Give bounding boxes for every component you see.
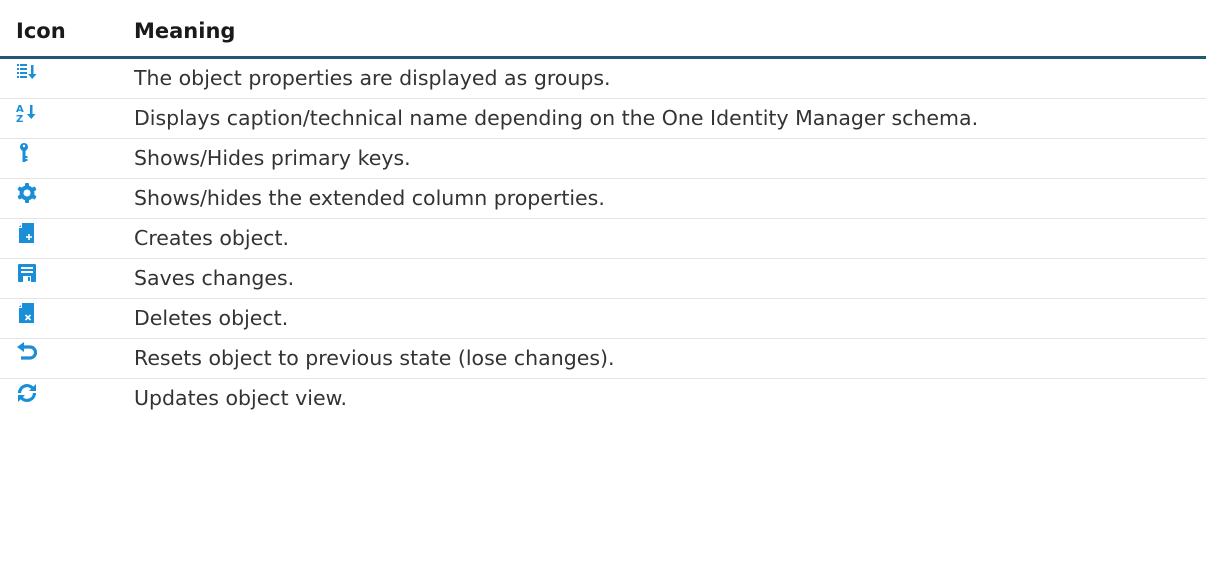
- row-meaning: Updates object view.: [134, 386, 347, 410]
- svg-text:Z: Z: [16, 114, 23, 124]
- row-meaning: Shows/Hides primary keys.: [130, 138, 1206, 179]
- table-row: Shows/hides the extended column properti…: [0, 178, 1206, 219]
- row-meaning: Resets object to previous state (lose ch…: [130, 338, 1206, 379]
- table-row: Resets object to previous state (lose ch…: [0, 338, 1206, 379]
- table-row: Shows/Hides primary keys.: [0, 138, 1206, 179]
- delete-document-icon: [16, 302, 38, 324]
- row-meaning: The object properties are displayed as g…: [130, 57, 1206, 99]
- row-meaning: Creates object.: [130, 218, 1206, 259]
- table-row: Creates object.: [0, 218, 1206, 259]
- group-list-icon: [16, 62, 38, 84]
- table-row: Saves changes.: [0, 258, 1206, 299]
- table-header-row: Icon Meaning: [0, 0, 1206, 59]
- row-meaning: Shows/hides the extended column properti…: [130, 178, 1206, 219]
- row-meaning: Displays caption/technical name dependin…: [130, 98, 1206, 139]
- row-meaning: Deletes object.: [130, 298, 1206, 339]
- sort-az-icon: A Z: [16, 102, 38, 124]
- column-header-meaning: Meaning: [130, 0, 1206, 59]
- column-header-icon: Icon: [0, 0, 130, 59]
- save-icon: [16, 262, 38, 284]
- undo-icon: [16, 342, 38, 364]
- refresh-icon: [16, 382, 38, 404]
- row-meaning: Saves changes.: [130, 258, 1206, 299]
- key-icon: [16, 142, 38, 164]
- table-row: A Z Displays caption/technical name depe…: [0, 98, 1206, 139]
- table-row: Deletes object.: [0, 298, 1206, 339]
- new-document-icon: [16, 222, 38, 244]
- gear-icon: [16, 182, 38, 204]
- table-row: The object properties are displayed as g…: [0, 57, 1206, 99]
- table-row: Updates object view.: [0, 379, 1206, 419]
- icon-meaning-table: Icon Meaning The object properties are d: [0, 0, 1206, 418]
